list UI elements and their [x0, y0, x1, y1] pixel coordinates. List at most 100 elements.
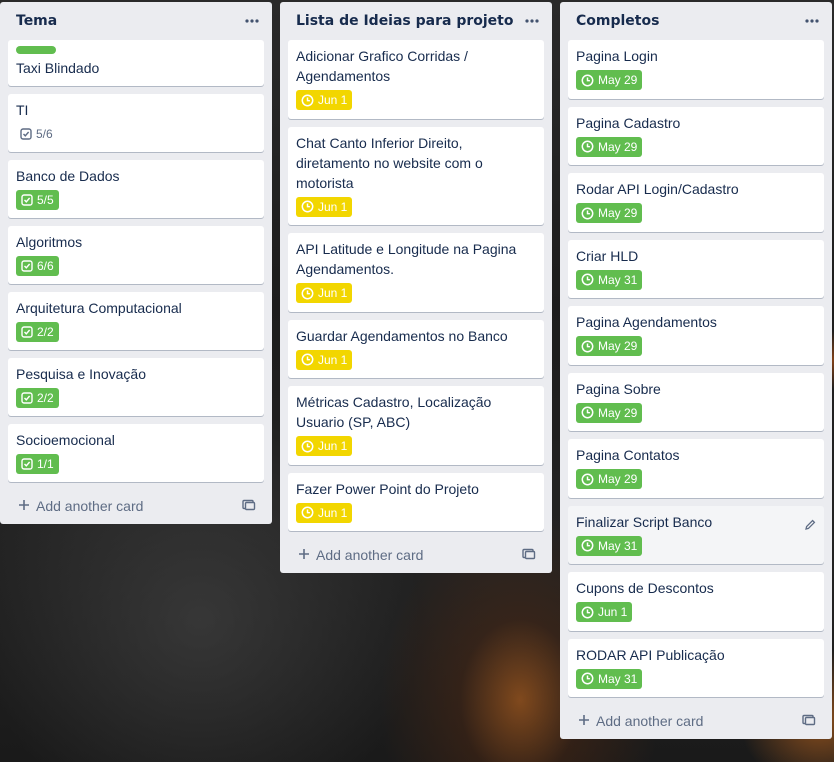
list-header[interactable]: Lista de Ideias para projeto [288, 2, 544, 40]
due-date: May 29 [598, 472, 638, 486]
card[interactable]: TI 5/6 [8, 94, 264, 152]
card-template-icon[interactable] [522, 547, 536, 563]
list-header[interactable]: Tema [8, 2, 264, 40]
checklist-count: 5/6 [36, 127, 53, 141]
checklist-badge: 2/2 [16, 388, 59, 408]
card-label[interactable] [16, 46, 56, 54]
due-date-badge[interactable]: May 31 [576, 668, 643, 689]
card[interactable]: Chat Canto Inferior Direito, diretamento… [288, 126, 544, 225]
checklist-count: 1/1 [37, 457, 54, 471]
due-date-badge[interactable]: May 29 [576, 402, 643, 423]
card[interactable]: Pagina Login May 29 [568, 40, 824, 99]
ellipsis-icon[interactable] [520, 9, 544, 33]
checkbox-icon [21, 392, 33, 404]
add-card-link[interactable]: Add another card [298, 547, 423, 563]
card[interactable]: Adicionar Grafico Corridas / Agendamento… [288, 40, 544, 119]
card[interactable]: Pagina Contatos May 29 [568, 439, 824, 498]
due-date: Jun 1 [318, 352, 348, 367]
add-card-link[interactable]: Add another card [578, 713, 703, 729]
due-date: Jun 1 [598, 605, 628, 619]
card[interactable]: Criar HLD May 31 [568, 239, 824, 298]
due-date-badge[interactable]: Jun 1 [296, 196, 353, 217]
card-title: Pagina Sobre [576, 380, 661, 397]
card[interactable]: Fazer Power Point do Projeto Jun 1 [288, 472, 544, 531]
due-date-badge[interactable]: Jun 1 [576, 602, 633, 622]
due-date-badge[interactable]: May 31 [576, 269, 643, 290]
card[interactable]: Pagina Sobre May 29 [568, 372, 824, 431]
card-title: Arquitetura Computacional [16, 300, 182, 316]
card[interactable]: Pesquisa e Inovação 2/2 [8, 358, 264, 416]
checklist-count: 6/6 [37, 259, 54, 273]
list-header[interactable]: Completos [568, 2, 824, 40]
add-card-button[interactable]: Add another card [568, 703, 824, 739]
card[interactable]: RODAR API Publicação May 31 [568, 638, 824, 697]
list-title[interactable]: Completos [576, 13, 659, 29]
clock-icon [581, 473, 594, 486]
card-title: API Latitude e Longitude na Pagina Agend… [296, 241, 517, 277]
due-date: Jun 1 [318, 199, 348, 214]
checklist-badge: 2/2 [16, 322, 59, 342]
card-title: Pagina Agendamentos [576, 314, 717, 330]
due-date-badge[interactable]: May 29 [576, 70, 643, 90]
due-date: May 29 [598, 339, 638, 353]
card-title: Fazer Power Point do Projeto [296, 480, 479, 497]
add-card-link[interactable]: Add another card [18, 498, 143, 514]
add-card-label: Add another card [596, 713, 704, 729]
ellipsis-icon[interactable] [800, 9, 824, 33]
due-date-badge[interactable]: Jun 1 [296, 349, 353, 370]
card[interactable]: Arquitetura Computacional 2/2 [8, 292, 264, 350]
card[interactable]: Taxi Blindado [8, 40, 264, 86]
due-date-badge[interactable]: Jun 1 [296, 502, 353, 523]
add-card-button[interactable]: Add another card [8, 488, 264, 524]
card-list: Taxi Blindado TI 5/6 Banco de Dados 5/5 Algor… [8, 40, 264, 482]
add-card-button[interactable]: Add another card [288, 537, 544, 573]
list: Lista de Ideias para projeto Adicionar Gr… [280, 2, 552, 573]
card-list: Adicionar Grafico Corridas / Agendamento… [288, 40, 544, 531]
due-date-badge[interactable]: May 29 [576, 336, 643, 356]
card[interactable]: Pagina Cadastro May 29 [568, 106, 824, 165]
due-date-badge[interactable]: Jun 1 [296, 436, 353, 456]
card[interactable]: API Latitude e Longitude na Pagina Agend… [288, 233, 544, 312]
due-date: May 31 [598, 272, 638, 287]
due-date: Jun 1 [318, 93, 348, 107]
due-date: May 29 [598, 73, 638, 87]
pencil-icon[interactable] [804, 516, 816, 535]
card[interactable]: Socioemocional 1/1 [8, 424, 264, 482]
due-date-badge[interactable]: May 29 [576, 469, 643, 489]
card[interactable]: Banco de Dados 5/5 [8, 160, 264, 218]
card-title: Banco de Dados [16, 168, 120, 184]
card[interactable]: Cupons de Descontos Jun 1 [568, 572, 824, 631]
card-title: Adicionar Grafico Corridas / Agendamento… [296, 48, 468, 84]
clock-icon [581, 207, 594, 220]
ellipsis-icon[interactable] [240, 9, 264, 33]
card-title: Métricas Cadastro, Localização Usuario (… [296, 394, 492, 430]
card[interactable]: Métricas Cadastro, Localização Usuario (… [288, 386, 544, 465]
due-date: Jun 1 [318, 439, 348, 453]
card-template-icon[interactable] [802, 713, 816, 729]
card-title: Finalizar Script Banco [576, 513, 713, 530]
card-template-icon[interactable] [242, 498, 256, 514]
card-list: Pagina Login May 29 Pagina Cadastro May 29 R… [568, 40, 824, 697]
checklist-count: 5/5 [37, 193, 54, 207]
list-title[interactable]: Lista de Ideias para projeto [296, 13, 513, 29]
checklist-count: 2/2 [37, 325, 54, 339]
due-date-badge[interactable]: May 31 [576, 535, 643, 556]
checkbox-icon [20, 128, 32, 140]
due-date: May 31 [598, 671, 638, 686]
due-date-badge[interactable]: May 29 [576, 203, 643, 223]
clock-icon [581, 140, 594, 153]
card[interactable]: Finalizar Script Banco May 31 [568, 505, 824, 564]
card-title: Criar HLD [576, 247, 639, 264]
clock-icon [581, 606, 594, 619]
card[interactable]: Guardar Agendamentos no Banco Jun 1 [288, 319, 544, 378]
due-date-badge[interactable]: Jun 1 [296, 90, 353, 110]
plus-icon [298, 547, 310, 563]
card[interactable]: Pagina Agendamentos May 29 [568, 306, 824, 365]
card-title: RODAR API Publicação [576, 646, 725, 663]
card[interactable]: Algoritmos 6/6 [8, 226, 264, 284]
card[interactable]: Rodar API Login/Cadastro May 29 [568, 173, 824, 232]
list-title[interactable]: Tema [16, 13, 57, 29]
add-card-label: Add another card [36, 498, 144, 514]
due-date-badge[interactable]: Jun 1 [296, 283, 353, 303]
due-date-badge[interactable]: May 29 [576, 136, 643, 157]
